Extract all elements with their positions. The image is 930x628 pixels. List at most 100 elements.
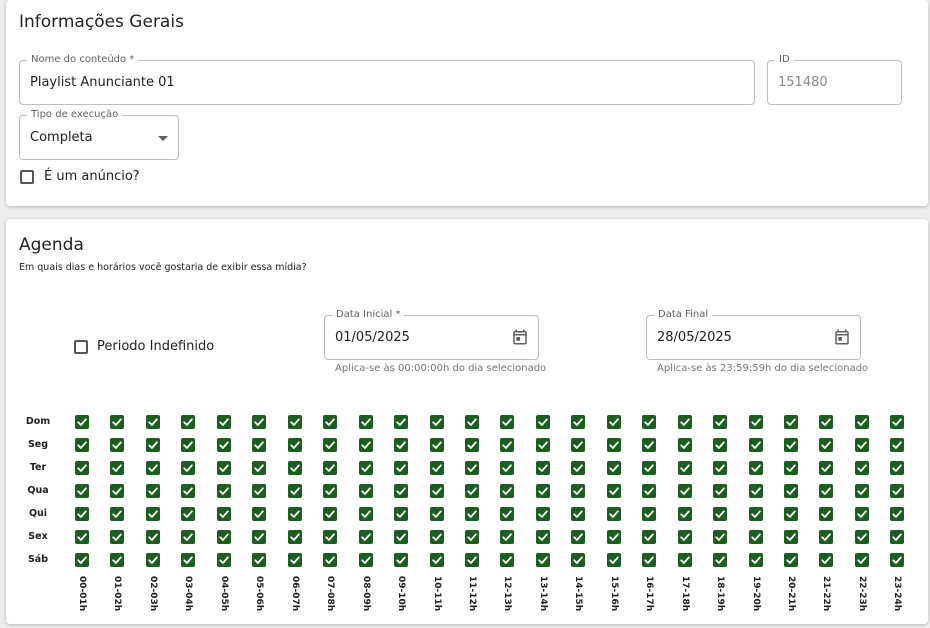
schedule-checkbox[interactable] bbox=[465, 461, 479, 475]
schedule-checkbox[interactable] bbox=[465, 553, 479, 567]
schedule-checkbox[interactable] bbox=[571, 553, 585, 567]
schedule-checkbox[interactable] bbox=[890, 461, 904, 475]
schedule-checkbox[interactable] bbox=[678, 553, 692, 567]
schedule-checkbox[interactable] bbox=[75, 484, 89, 498]
hour-label[interactable]: 21-22h bbox=[820, 576, 832, 616]
is-ad-checkbox[interactable] bbox=[20, 170, 34, 184]
hour-label[interactable]: 10-11h bbox=[431, 576, 443, 616]
schedule-checkbox[interactable] bbox=[359, 507, 373, 521]
dropdown-caret-icon[interactable] bbox=[158, 136, 168, 141]
schedule-checkbox[interactable] bbox=[323, 484, 337, 498]
schedule-checkbox[interactable] bbox=[536, 461, 550, 475]
schedule-checkbox[interactable] bbox=[642, 553, 656, 567]
hour-label[interactable]: 04-05h bbox=[218, 576, 230, 616]
schedule-checkbox[interactable] bbox=[323, 507, 337, 521]
schedule-checkbox[interactable] bbox=[713, 484, 727, 498]
hour-label[interactable]: 11-12h bbox=[466, 576, 478, 616]
schedule-checkbox[interactable] bbox=[323, 530, 337, 544]
schedule-checkbox[interactable] bbox=[288, 484, 302, 498]
schedule-checkbox[interactable] bbox=[855, 553, 869, 567]
day-label-sex[interactable]: Sex bbox=[20, 531, 56, 542]
schedule-checkbox[interactable] bbox=[110, 415, 124, 429]
hour-label[interactable]: 08-09h bbox=[360, 576, 372, 616]
schedule-checkbox[interactable] bbox=[323, 461, 337, 475]
schedule-checkbox[interactable] bbox=[819, 438, 833, 452]
schedule-checkbox[interactable] bbox=[217, 553, 231, 567]
schedule-checkbox[interactable] bbox=[642, 484, 656, 498]
schedule-checkbox[interactable] bbox=[359, 461, 373, 475]
schedule-checkbox[interactable] bbox=[146, 484, 160, 498]
schedule-checkbox[interactable] bbox=[288, 553, 302, 567]
schedule-checkbox[interactable] bbox=[146, 553, 160, 567]
schedule-checkbox[interactable] bbox=[536, 438, 550, 452]
hour-label[interactable]: 05-06h bbox=[253, 576, 265, 616]
schedule-checkbox[interactable] bbox=[394, 507, 408, 521]
schedule-checkbox[interactable] bbox=[571, 438, 585, 452]
schedule-checkbox[interactable] bbox=[75, 507, 89, 521]
schedule-checkbox[interactable] bbox=[75, 553, 89, 567]
schedule-checkbox[interactable] bbox=[288, 507, 302, 521]
hour-label[interactable]: 22-23h bbox=[856, 576, 868, 616]
hour-label[interactable]: 12-13h bbox=[501, 576, 513, 616]
schedule-checkbox[interactable] bbox=[713, 438, 727, 452]
schedule-checkbox[interactable] bbox=[500, 415, 514, 429]
schedule-checkbox[interactable] bbox=[465, 415, 479, 429]
hour-label[interactable]: 06-07h bbox=[289, 576, 301, 616]
schedule-checkbox[interactable] bbox=[678, 530, 692, 544]
schedule-checkbox[interactable] bbox=[713, 553, 727, 567]
schedule-checkbox[interactable] bbox=[394, 530, 408, 544]
hour-label[interactable]: 07-08h bbox=[324, 576, 336, 616]
content-name-value[interactable]: Playlist Anunciante 01 bbox=[30, 61, 175, 104]
schedule-checkbox[interactable] bbox=[359, 530, 373, 544]
schedule-checkbox[interactable] bbox=[819, 461, 833, 475]
schedule-checkbox[interactable] bbox=[217, 415, 231, 429]
schedule-checkbox[interactable] bbox=[288, 438, 302, 452]
schedule-checkbox[interactable] bbox=[678, 415, 692, 429]
schedule-checkbox[interactable] bbox=[819, 530, 833, 544]
schedule-checkbox[interactable] bbox=[146, 507, 160, 521]
schedule-checkbox[interactable] bbox=[252, 484, 266, 498]
hour-label[interactable]: 03-04h bbox=[182, 576, 194, 616]
schedule-checkbox[interactable] bbox=[678, 438, 692, 452]
start-date-value[interactable]: 01/05/2025 bbox=[335, 316, 410, 359]
schedule-checkbox[interactable] bbox=[465, 507, 479, 521]
day-label-ter[interactable]: Ter bbox=[20, 462, 56, 473]
schedule-checkbox[interactable] bbox=[146, 530, 160, 544]
schedule-checkbox[interactable] bbox=[607, 461, 621, 475]
day-label-qui[interactable]: Qui bbox=[20, 508, 56, 519]
schedule-checkbox[interactable] bbox=[110, 438, 124, 452]
schedule-checkbox[interactable] bbox=[430, 530, 444, 544]
schedule-checkbox[interactable] bbox=[75, 415, 89, 429]
schedule-checkbox[interactable] bbox=[749, 438, 763, 452]
schedule-checkbox[interactable] bbox=[394, 553, 408, 567]
schedule-checkbox[interactable] bbox=[465, 530, 479, 544]
schedule-checkbox[interactable] bbox=[784, 415, 798, 429]
schedule-checkbox[interactable] bbox=[465, 484, 479, 498]
schedule-checkbox[interactable] bbox=[75, 530, 89, 544]
schedule-checkbox[interactable] bbox=[749, 507, 763, 521]
execution-type-value[interactable]: Completa bbox=[30, 116, 93, 159]
day-label-dom[interactable]: Dom bbox=[20, 416, 56, 427]
schedule-checkbox[interactable] bbox=[819, 484, 833, 498]
schedule-checkbox[interactable] bbox=[110, 507, 124, 521]
schedule-checkbox[interactable] bbox=[252, 553, 266, 567]
schedule-checkbox[interactable] bbox=[607, 415, 621, 429]
calendar-icon[interactable] bbox=[511, 328, 529, 346]
schedule-checkbox[interactable] bbox=[181, 415, 195, 429]
schedule-checkbox[interactable] bbox=[678, 484, 692, 498]
schedule-checkbox[interactable] bbox=[359, 553, 373, 567]
day-label-seg[interactable]: Seg bbox=[20, 439, 56, 450]
schedule-checkbox[interactable] bbox=[252, 461, 266, 475]
schedule-checkbox[interactable] bbox=[607, 438, 621, 452]
calendar-icon[interactable] bbox=[833, 328, 851, 346]
schedule-checkbox[interactable] bbox=[288, 415, 302, 429]
schedule-checkbox[interactable] bbox=[110, 484, 124, 498]
schedule-checkbox[interactable] bbox=[217, 484, 231, 498]
schedule-checkbox[interactable] bbox=[500, 484, 514, 498]
schedule-checkbox[interactable] bbox=[678, 507, 692, 521]
schedule-checkbox[interactable] bbox=[607, 484, 621, 498]
schedule-checkbox[interactable] bbox=[536, 484, 550, 498]
schedule-checkbox[interactable] bbox=[713, 461, 727, 475]
schedule-checkbox[interactable] bbox=[713, 415, 727, 429]
schedule-checkbox[interactable] bbox=[500, 553, 514, 567]
